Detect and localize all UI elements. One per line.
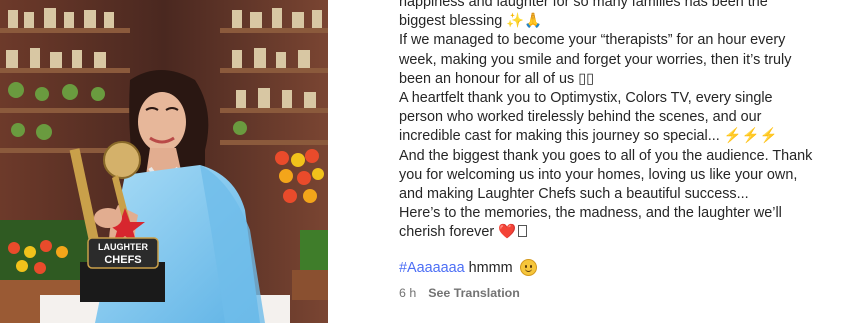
caption-line-13: cherish forever ❤️ [399,223,819,242]
caption-line-4: week, making you smile and forget your w… [399,51,792,68]
caption-line-9: And the biggest thank you goes to all of… [399,147,813,164]
post-photo[interactable]: LAUGHTER CHEFS [0,0,328,323]
caption-line-10: you for welcoming us into your homes, lo… [399,166,798,183]
caption-line-3: If we managed to become your “therapists… [399,32,786,49]
caption-line-1: happiness and laughter for so many famil… [399,0,768,10]
hashtag-row: #Aaaaaaa hmmm [399,259,537,276]
caption-line-8: incredible cast for making this journey … [399,128,778,145]
hashtag-link[interactable]: #Aaaaaaa [399,260,465,276]
trophy-text-1: LAUGHTER [98,242,148,252]
hashtag-suffix: hmmm [468,259,513,276]
unknown-glyph-box [518,225,528,238]
post-meta: 6 h See Translation [399,286,520,300]
caption-line-13-text: cherish forever [399,224,495,241]
caption-line-2: biggest blessing ✨🙏 [399,13,543,30]
post-time: 6 h [399,286,417,300]
post-caption: happiness and laughter for so many famil… [399,0,819,243]
heart-emoji: ❤️ [498,224,517,241]
caption-line-7: person who worked tirelessly behind the … [399,109,762,126]
trophy-text-2: CHEFS [104,254,141,266]
caption-line-6: A heartfelt thank you to Optimystix, Col… [399,90,773,107]
smiley-emoji-icon [519,259,537,276]
caption-line-11: and making Laughter Chefs such a beautif… [399,186,749,203]
see-translation-button[interactable]: See Translation [428,286,520,300]
caption-line-5: been an honour for all of us ▯▯ [399,70,595,87]
caption-line-12: Here’s to the memories, the madness, and… [399,205,782,222]
post-image-illustration: LAUGHTER CHEFS [0,0,328,323]
